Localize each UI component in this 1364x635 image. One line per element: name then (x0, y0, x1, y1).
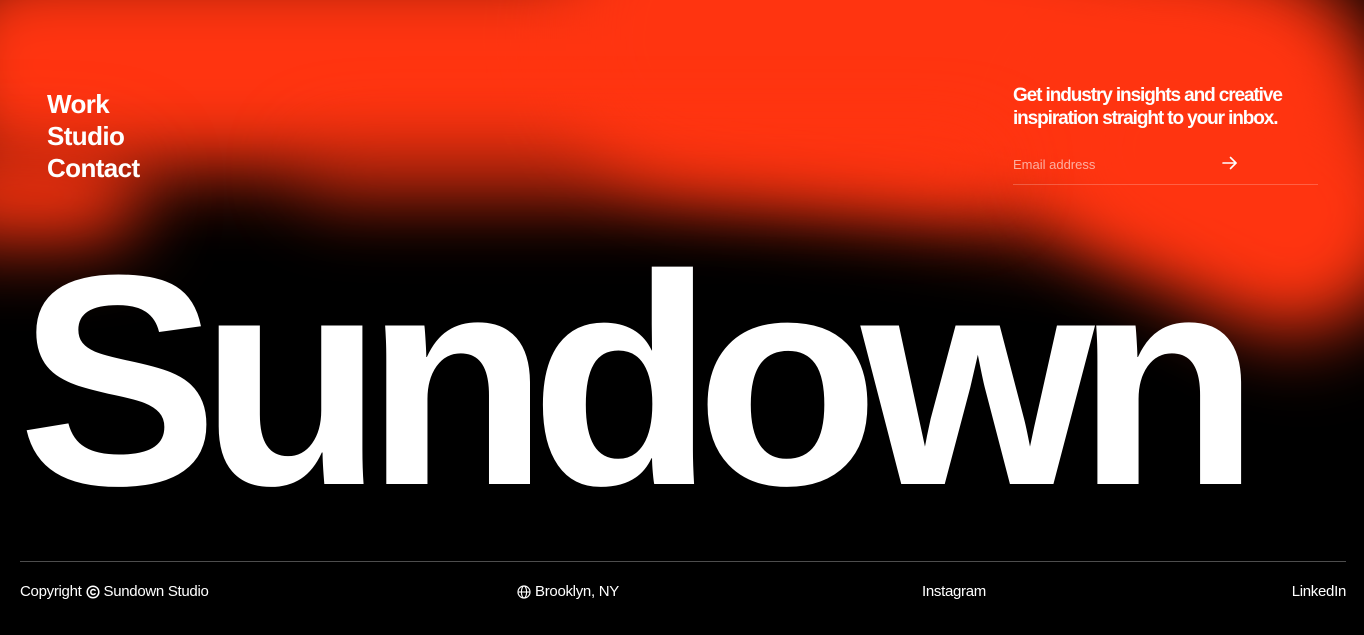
location: Brooklyn, NY (517, 583, 619, 600)
copyright-name: Sundown Studio (103, 583, 209, 600)
site-footer: Copyright Sundown Studio Brooklyn, NY In… (20, 583, 1346, 605)
arrow-right-icon (1219, 156, 1241, 177)
hero-wordmark: Sundown (18, 212, 1260, 548)
instagram-link[interactable]: Instagram (922, 583, 986, 600)
linkedin-link[interactable]: LinkedIn (1292, 583, 1347, 600)
nav-item-studio[interactable]: Studio (47, 120, 140, 152)
newsletter-tagline: Get industry insights and creative inspi… (1013, 84, 1318, 130)
email-form (1013, 152, 1318, 185)
newsletter-signup: Get industry insights and creative inspi… (1013, 84, 1318, 185)
nav-item-work[interactable]: Work (47, 88, 140, 120)
copyright-icon (85, 584, 100, 599)
copyright-prefix: Copyright (20, 583, 82, 600)
footer-divider (20, 561, 1346, 562)
email-input[interactable] (1013, 152, 1213, 176)
globe-icon (517, 584, 531, 599)
newsletter-tagline-line1: Get industry insights and creative (1013, 85, 1283, 106)
location-text: Brooklyn, NY (535, 583, 619, 600)
subscribe-button[interactable] (1219, 152, 1241, 174)
newsletter-tagline-line2: inspiration straight to your inbox. (1013, 108, 1279, 129)
nav-item-contact[interactable]: Contact (47, 152, 140, 184)
main-nav: Work Studio Contact (47, 88, 140, 184)
copyright-notice: Copyright Sundown Studio (20, 583, 209, 600)
